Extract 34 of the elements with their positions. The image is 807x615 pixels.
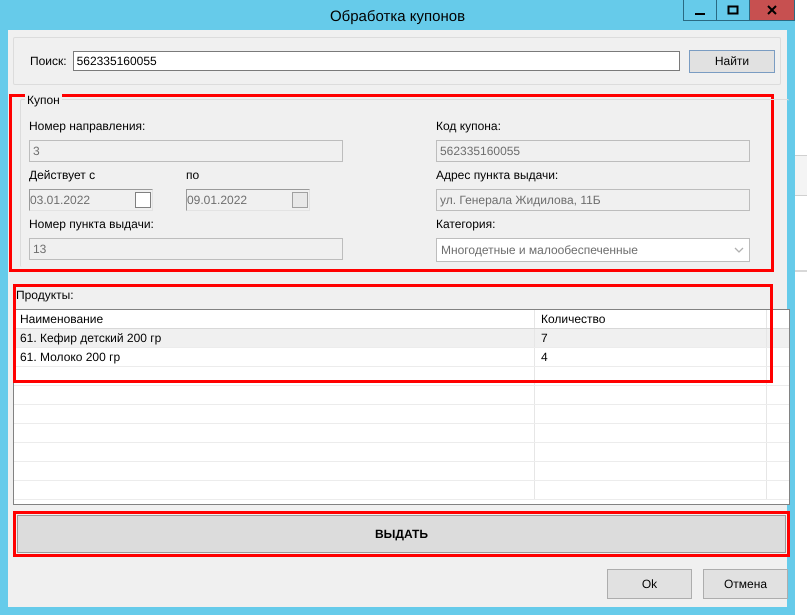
table-row[interactable]: 61. Кефир детский 200 гр 7: [14, 329, 789, 348]
table-cell: 7: [535, 329, 767, 347]
issue-button[interactable]: ВЫДАТЬ: [17, 515, 786, 553]
field-label: Код купона:: [436, 119, 502, 133]
field-label: Номер пункта выдачи:: [29, 217, 155, 231]
column-header[interactable]: Наименование: [14, 310, 535, 328]
field-label: Адрес пункта выдачи:: [436, 168, 560, 182]
table-cell: 4: [535, 348, 767, 366]
category-dropdown[interactable]: Многодетные и малообеспеченные: [436, 238, 750, 262]
products-label: Продукты:: [16, 288, 75, 302]
ok-button[interactable]: Ok: [607, 569, 692, 599]
minimize-icon: [695, 13, 705, 15]
field-label: Номер направления:: [29, 119, 146, 133]
find-button[interactable]: Найти: [689, 50, 775, 72]
close-button[interactable]: [749, 0, 795, 21]
maximize-icon: [727, 5, 739, 15]
date-field[interactable]: 09.01.2022: [186, 189, 310, 211]
search-label: Поиск:: [30, 54, 67, 68]
field-label: Категория:: [436, 217, 496, 231]
window-title: Обработка купонов: [330, 8, 466, 24]
minimize-button[interactable]: [683, 0, 717, 21]
search-field[interactable]: 562335160055: [72, 51, 680, 71]
cancel-button[interactable]: Отмена: [703, 569, 788, 599]
field-label: по: [186, 168, 200, 182]
group-title: Купон: [25, 93, 62, 107]
table-cell: 61. Молоко 200 гр: [14, 348, 535, 366]
table-cell: 61. Кефир детский 200 гр: [14, 329, 535, 347]
chevron-icon: [734, 247, 744, 253]
column-header[interactable]: Количество: [535, 310, 767, 328]
close-icon: [766, 5, 778, 15]
date-field[interactable]: 03.01.2022: [29, 189, 153, 211]
table-row[interactable]: 61. Молоко 200 гр 4: [14, 348, 789, 367]
checkbox[interactable]: [135, 192, 151, 208]
field-label: Действует с: [29, 168, 96, 182]
